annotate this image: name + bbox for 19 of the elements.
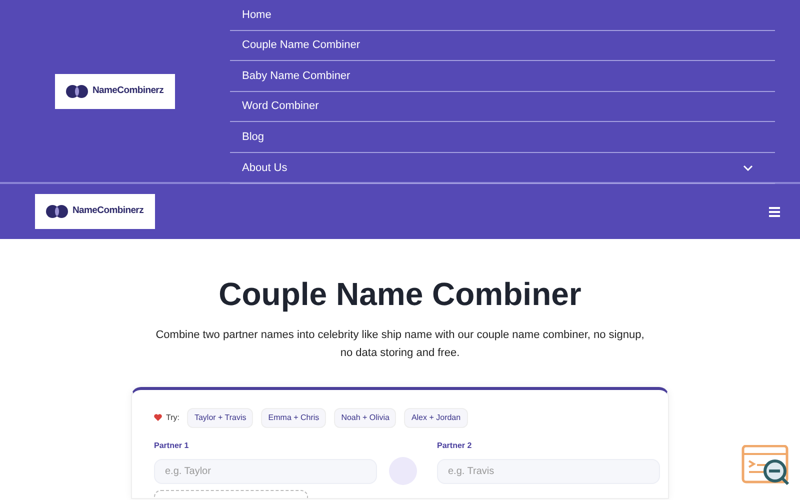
input-field[interactable]: e.g. Taylor	[154, 458, 377, 484]
field-label: Partner 1	[154, 440, 190, 452]
page-subtitle: Combine two partner names into celebrity like ship name with our couple name combiner, no signup, no data storing and free.	[155, 328, 645, 361]
menu-link[interactable]: Blog	[242, 128, 264, 146]
example-chip[interactable]: Taylor + Travis	[187, 408, 254, 428]
field-label: Partner 2	[437, 440, 473, 452]
input-field[interactable]: e.g. Travis	[437, 458, 660, 484]
example-chip[interactable]: Alex + Jordan	[404, 408, 468, 428]
logo[interactable]: NameCombinerz	[55, 74, 175, 108]
menu-link[interactable]: Home	[242, 6, 272, 24]
page-title: Couple Name Combiner	[218, 275, 582, 314]
menu-link[interactable]: Baby Name Combiner	[242, 68, 350, 84]
logo[interactable]: NameCombinerz	[35, 194, 155, 229]
menu-link[interactable]: Couple Name Combiner	[242, 37, 360, 54]
example-chip[interactable]: Noah + Olivia	[334, 408, 396, 428]
try-label: Try:	[166, 412, 180, 424]
menu-link[interactable]: About Us	[242, 160, 288, 176]
menu-link[interactable]: Word Combiner	[242, 98, 319, 115]
example-chip[interactable]: Emma + Chris	[261, 408, 326, 428]
